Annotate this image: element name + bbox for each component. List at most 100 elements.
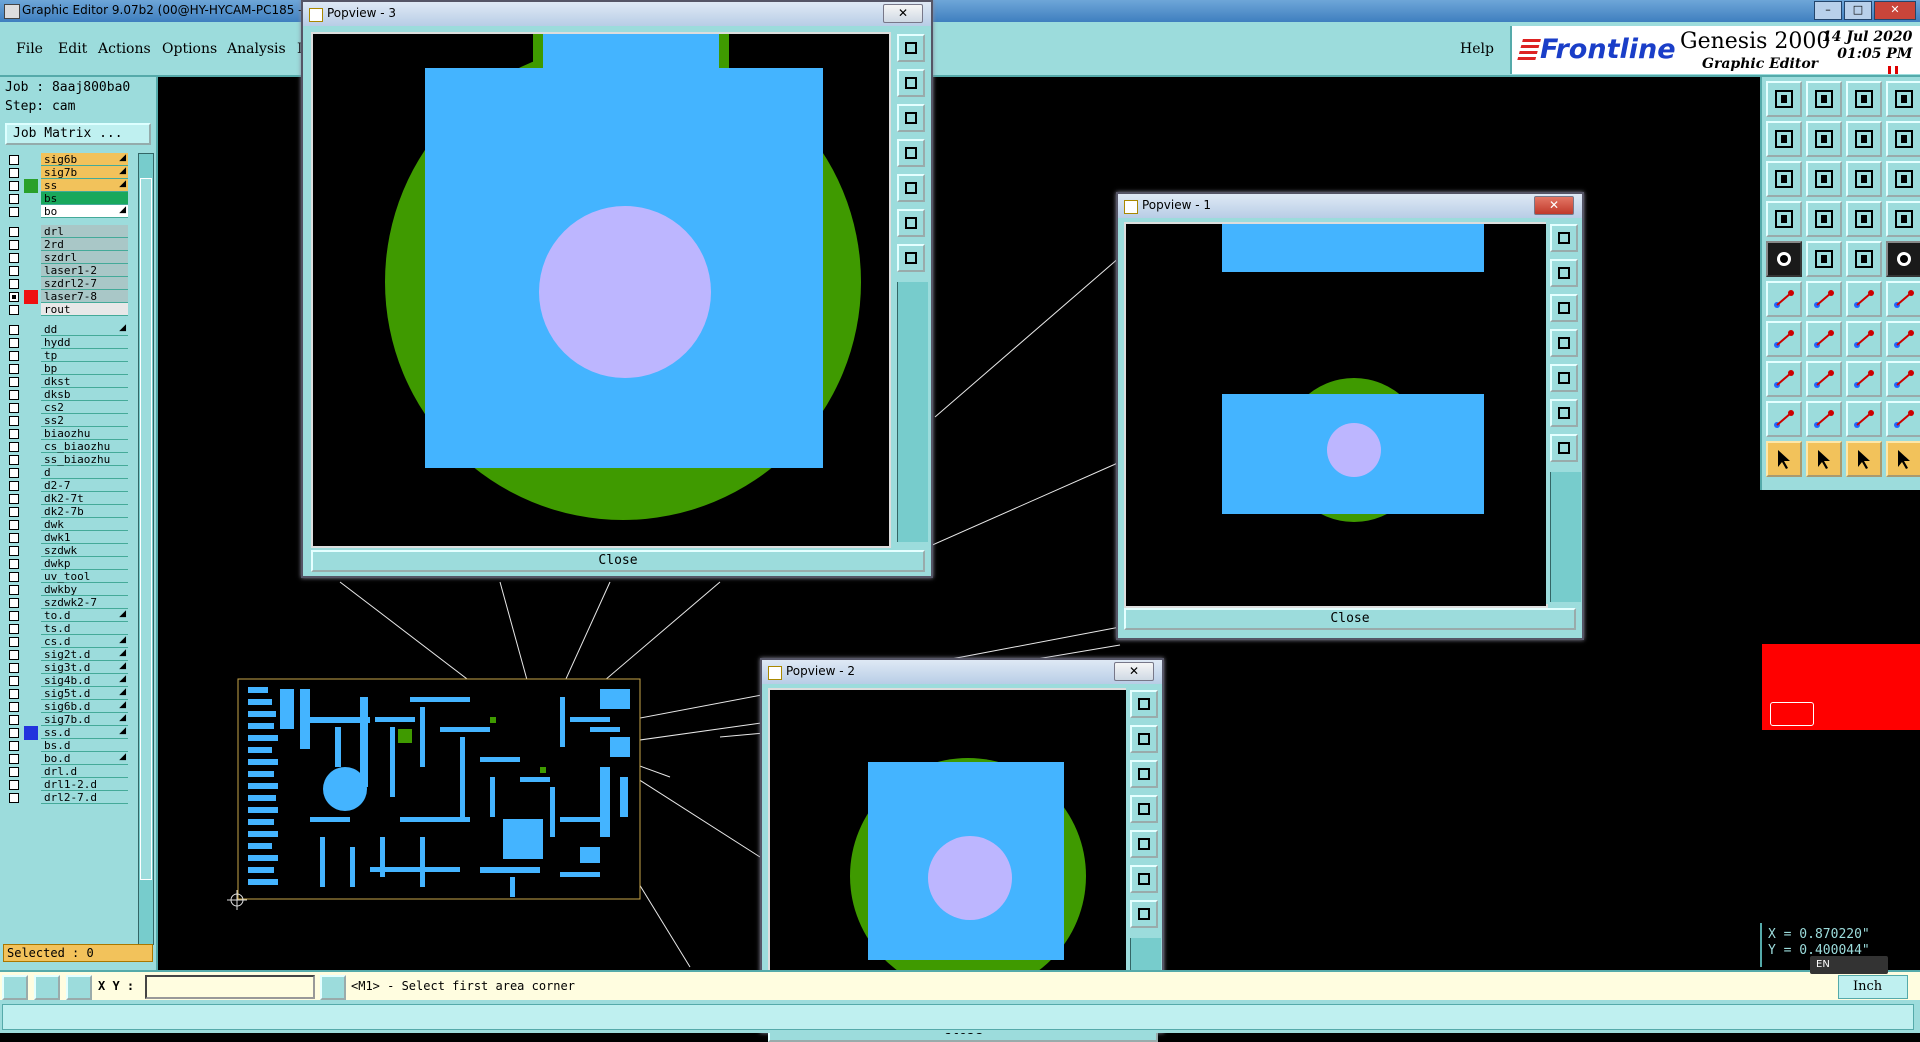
layer-row[interactable]: ss2 bbox=[5, 414, 130, 428]
layer-color-swatch[interactable] bbox=[24, 700, 38, 714]
layer-row[interactable]: sig7b ◢ bbox=[5, 166, 130, 180]
layer-checkbox[interactable] bbox=[9, 240, 19, 250]
popview-2-close-x[interactable]: ✕ bbox=[1114, 662, 1154, 681]
popview-1-titlebar[interactable]: Popview - 1 ✕ bbox=[1118, 194, 1582, 218]
layer-checkbox[interactable] bbox=[9, 598, 19, 608]
layer-checkbox[interactable] bbox=[9, 181, 19, 191]
popview-1-close-x[interactable]: ✕ bbox=[1534, 196, 1574, 215]
layer-checkbox[interactable] bbox=[9, 585, 19, 595]
zoom-home-icon[interactable] bbox=[1550, 434, 1578, 462]
copy-layer-icon[interactable] bbox=[1846, 121, 1882, 157]
layer-row[interactable]: bp bbox=[5, 362, 130, 376]
layer-color-swatch[interactable] bbox=[24, 466, 38, 480]
layer-color-swatch[interactable] bbox=[24, 401, 38, 415]
layer-name[interactable]: laser1-2 bbox=[41, 264, 128, 277]
popview-3-titlebar[interactable]: Popview - 3 ✕ bbox=[303, 2, 931, 26]
layer-row[interactable]: drl bbox=[5, 225, 130, 239]
popview-3-window[interactable]: Popview - 3 ✕ Close bbox=[301, 0, 933, 578]
net-icon[interactable] bbox=[1766, 281, 1802, 317]
layer-row[interactable]: dwkp bbox=[5, 557, 130, 571]
layer-name[interactable]: cs_biaozhu bbox=[41, 440, 128, 453]
layer-color-swatch[interactable] bbox=[24, 492, 38, 506]
layer-checkbox[interactable] bbox=[9, 266, 19, 276]
pan-left-icon[interactable] bbox=[1550, 329, 1578, 357]
layer-color-swatch[interactable] bbox=[24, 726, 38, 740]
layer-row[interactable]: sig6b.d ◢ bbox=[5, 700, 130, 714]
filter-icon[interactable] bbox=[1846, 201, 1882, 237]
layer-row[interactable]: d bbox=[5, 466, 130, 480]
minus-icon[interactable] bbox=[1806, 361, 1842, 397]
popview-3-canvas[interactable] bbox=[311, 32, 891, 548]
layer-name[interactable]: sig2t.d bbox=[41, 648, 128, 661]
layer-color-swatch[interactable] bbox=[24, 179, 38, 193]
layer-name[interactable]: sig6b.d bbox=[41, 700, 128, 713]
layer-name[interactable]: drl1-2.d bbox=[41, 778, 128, 791]
layer-name[interactable]: dk2-7b bbox=[41, 505, 128, 518]
layer-checkbox[interactable] bbox=[9, 305, 19, 315]
home-icon[interactable] bbox=[1846, 81, 1882, 117]
layer-checkbox[interactable] bbox=[9, 754, 19, 764]
drill-icon[interactable] bbox=[1886, 241, 1920, 277]
layer-name[interactable]: sig7b bbox=[41, 166, 128, 179]
layer-name[interactable]: bo bbox=[41, 205, 128, 218]
layer-row[interactable]: szdwk bbox=[5, 544, 130, 558]
layer-checkbox[interactable] bbox=[9, 546, 19, 556]
connect-icon[interactable] bbox=[1846, 281, 1882, 317]
layer-name[interactable]: laser7-8 bbox=[41, 290, 128, 303]
zoom-area-icon[interactable] bbox=[897, 209, 925, 237]
layer-name[interactable]: ts.d bbox=[41, 622, 128, 635]
popview-1-window[interactable]: Popview - 1 ✕ Close bbox=[1116, 192, 1584, 640]
layer-up-icon[interactable] bbox=[1766, 121, 1802, 157]
view-fit-icon[interactable] bbox=[1550, 224, 1578, 252]
zoom-in-icon[interactable] bbox=[1130, 725, 1158, 753]
job-matrix-button[interactable]: Job Matrix ... bbox=[5, 123, 151, 145]
layer-row[interactable]: sig4b.d ◢ bbox=[5, 674, 130, 688]
layer-color-swatch[interactable] bbox=[24, 238, 38, 252]
panel-icon[interactable] bbox=[1886, 121, 1920, 157]
layer-row[interactable]: bo ◢ bbox=[5, 205, 130, 219]
surface-icon[interactable] bbox=[1846, 361, 1882, 397]
layer-name[interactable]: hydd bbox=[41, 336, 128, 349]
layer-color-swatch[interactable] bbox=[24, 596, 38, 610]
layer-checkbox[interactable] bbox=[9, 572, 19, 582]
layer-name[interactable]: dkst bbox=[41, 375, 128, 388]
layer-name[interactable]: tp bbox=[41, 349, 128, 362]
layer-name[interactable]: rout bbox=[41, 303, 128, 316]
layer-name[interactable]: szdwk2-7 bbox=[41, 596, 128, 609]
layer-color-swatch[interactable] bbox=[24, 479, 38, 493]
save-icon[interactable] bbox=[1806, 81, 1842, 117]
layer-checkbox[interactable] bbox=[9, 520, 19, 530]
pan-right-icon[interactable] bbox=[1130, 830, 1158, 858]
layer-color-swatch[interactable] bbox=[24, 635, 38, 649]
layer-name[interactable]: dwk bbox=[41, 518, 128, 531]
pan-icon[interactable] bbox=[1806, 161, 1842, 197]
layer-color-swatch[interactable] bbox=[24, 739, 38, 753]
layer-checkbox[interactable] bbox=[9, 468, 19, 478]
layer-color-swatch[interactable] bbox=[24, 277, 38, 291]
layer-checkbox[interactable] bbox=[9, 650, 19, 660]
hole-icon[interactable] bbox=[1886, 361, 1920, 397]
layer-row[interactable]: szdrl bbox=[5, 251, 130, 265]
layer-color-swatch[interactable] bbox=[24, 609, 38, 623]
layer-row[interactable]: tp bbox=[5, 349, 130, 363]
layer-color-swatch[interactable] bbox=[24, 166, 38, 180]
layer-name[interactable]: szdwk bbox=[41, 544, 128, 557]
layer-color-swatch[interactable] bbox=[24, 336, 38, 350]
layer-row[interactable]: dd ◢ bbox=[5, 323, 130, 337]
layer-row[interactable]: cs_biaozhu bbox=[5, 440, 130, 454]
zoom-out-icon[interactable] bbox=[1550, 294, 1578, 322]
edit-cursor-icon[interactable] bbox=[1886, 441, 1920, 477]
layer-name[interactable]: uv_tool bbox=[41, 570, 128, 583]
menu-edit[interactable]: Edit bbox=[58, 41, 87, 57]
help-icon[interactable] bbox=[1886, 161, 1920, 197]
layer-name[interactable]: dwk1 bbox=[41, 531, 128, 544]
layer-name[interactable]: sig5t.d bbox=[41, 687, 128, 700]
layer-color-swatch[interactable] bbox=[24, 648, 38, 662]
popview-3-scrollbar[interactable] bbox=[897, 282, 928, 542]
layer-name[interactable]: dwkp bbox=[41, 557, 128, 570]
close-window-button[interactable]: ✕ bbox=[1874, 1, 1916, 20]
polyline-icon[interactable] bbox=[1806, 401, 1842, 437]
layer-name[interactable]: cs2 bbox=[41, 401, 128, 414]
layer-row[interactable]: sig2t.d ◢ bbox=[5, 648, 130, 662]
layer-name[interactable]: szdrl2-7 bbox=[41, 277, 128, 290]
